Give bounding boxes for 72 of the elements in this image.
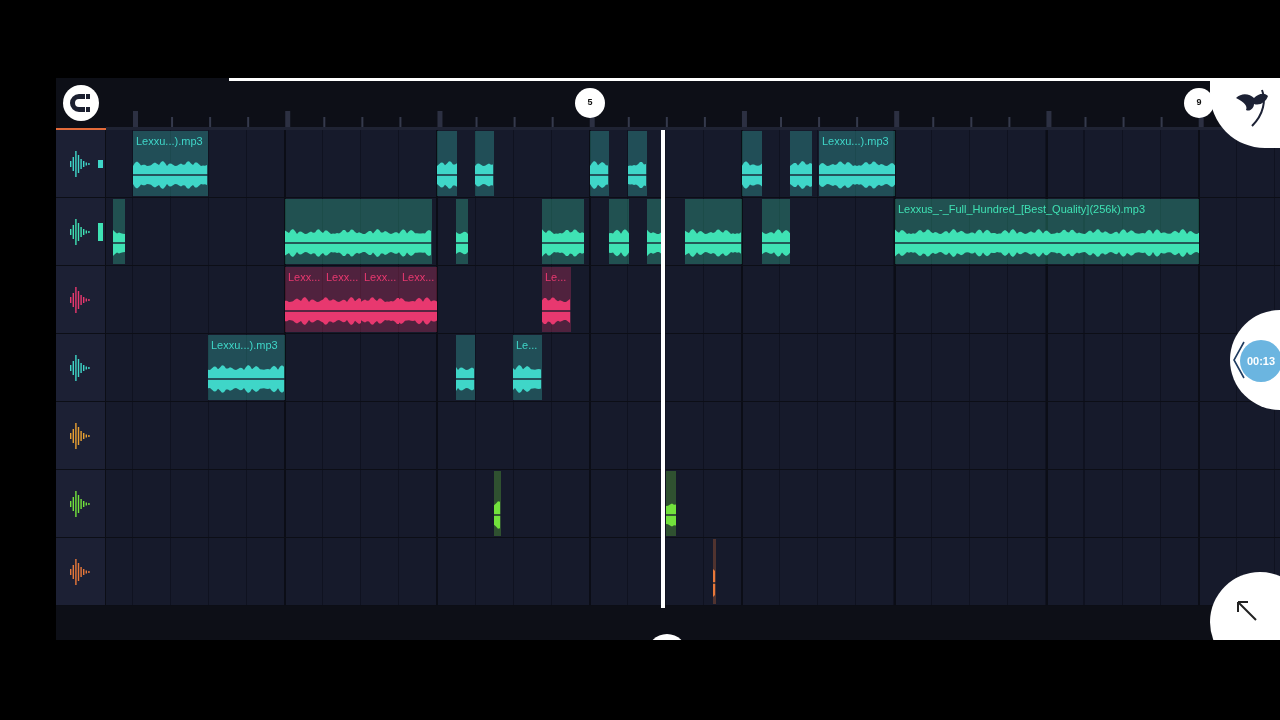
audio-clip[interactable] — [590, 131, 609, 196]
waveform-drawing — [609, 227, 629, 259]
audio-clip[interactable]: Le... — [513, 335, 542, 400]
audio-clip[interactable] — [456, 335, 475, 400]
audio-track-icon[interactable] — [69, 148, 92, 179]
waveform-drawing — [762, 227, 790, 259]
audio-clip[interactable]: Lexxus_-_Full_Hundred_[Best_Quality](256k).mp3 — [895, 199, 1199, 264]
audio-clip[interactable]: Lexxu...).mp3 — [208, 335, 285, 400]
clip-label: Lexx... — [402, 271, 435, 285]
waveform-drawing — [513, 363, 542, 395]
audio-clip[interactable] — [713, 539, 716, 604]
audio-track-icon[interactable] — [69, 352, 92, 383]
audio-clip[interactable] — [285, 199, 432, 264]
audio-clip[interactable] — [628, 131, 647, 196]
audio-clip[interactable] — [542, 199, 584, 264]
waveform-drawing — [790, 159, 812, 191]
clip-label: Le... — [545, 271, 567, 285]
clip-label: Lexx... — [288, 271, 321, 285]
waveform-drawing — [590, 159, 609, 191]
audio-clip[interactable]: Le... — [542, 267, 571, 332]
waveform-drawing — [323, 295, 361, 327]
waveform-drawing — [494, 499, 501, 531]
waveform-drawing — [361, 295, 399, 327]
waveform-drawing — [713, 567, 716, 599]
audio-track-icon[interactable] — [69, 488, 92, 519]
audio-track-icon[interactable] — [69, 420, 92, 451]
waveform-drawing — [399, 295, 437, 327]
audio-clip[interactable]: Lexx... — [285, 267, 323, 332]
waveform-drawing — [542, 295, 571, 327]
audio-clip[interactable]: Lexxu...).mp3 — [819, 131, 895, 196]
magnet-button[interactable] — [63, 85, 99, 121]
audio-clip[interactable] — [762, 199, 790, 264]
clip-label: Lexx... — [364, 271, 397, 285]
audio-track-icon[interactable] — [69, 284, 92, 315]
audio-clip[interactable]: Lexx... — [399, 267, 437, 332]
bar-marker[interactable]: 5 — [575, 88, 605, 118]
audio-clip[interactable] — [742, 131, 762, 196]
clip-label: Lexxu...).mp3 — [822, 135, 889, 149]
audio-clip[interactable] — [456, 199, 468, 264]
time-label: 00:13 — [1240, 340, 1280, 382]
audio-clip[interactable] — [609, 199, 629, 264]
audio-clip[interactable] — [437, 131, 457, 196]
clip-label: Lexxus_-_Full_Hundred_[Best_Quality](256k).mp3 — [898, 203, 1146, 217]
audio-clip[interactable] — [790, 131, 812, 196]
clip-label: Lexx... — [326, 271, 359, 285]
clip-label: Le... — [516, 339, 538, 353]
audio-clip[interactable] — [494, 471, 501, 536]
audio-clip[interactable] — [475, 131, 494, 196]
clip-label: Lexxu...).mp3 — [211, 339, 278, 353]
audio-clip[interactable] — [647, 199, 661, 264]
level-meter — [98, 160, 103, 168]
clip-label: Lexxu...).mp3 — [136, 135, 203, 149]
bar-marker[interactable]: 9 — [1184, 88, 1214, 118]
waveform-drawing — [542, 227, 584, 259]
waveform-drawing — [742, 159, 762, 191]
waveform-drawing — [285, 295, 323, 327]
waveform-drawing — [437, 159, 457, 191]
waveform-drawing — [647, 227, 661, 259]
audio-clip[interactable] — [113, 199, 125, 264]
level-meter — [98, 223, 103, 241]
audio-clip[interactable] — [666, 471, 676, 536]
audio-track-icon[interactable] — [69, 556, 92, 587]
audio-clip[interactable]: Lexxu...).mp3 — [133, 131, 208, 196]
audio-clip[interactable] — [685, 199, 742, 264]
waveform-drawing — [685, 227, 742, 259]
audio-clip[interactable]: Lexx... — [323, 267, 361, 332]
waveform-drawing — [113, 227, 125, 259]
waveform-drawing — [628, 159, 647, 191]
chevron-left-icon — [1232, 340, 1246, 380]
audio-track-icon[interactable] — [69, 216, 92, 247]
audio-clip[interactable]: Lexx... — [361, 267, 399, 332]
magnet-icon — [69, 91, 93, 115]
